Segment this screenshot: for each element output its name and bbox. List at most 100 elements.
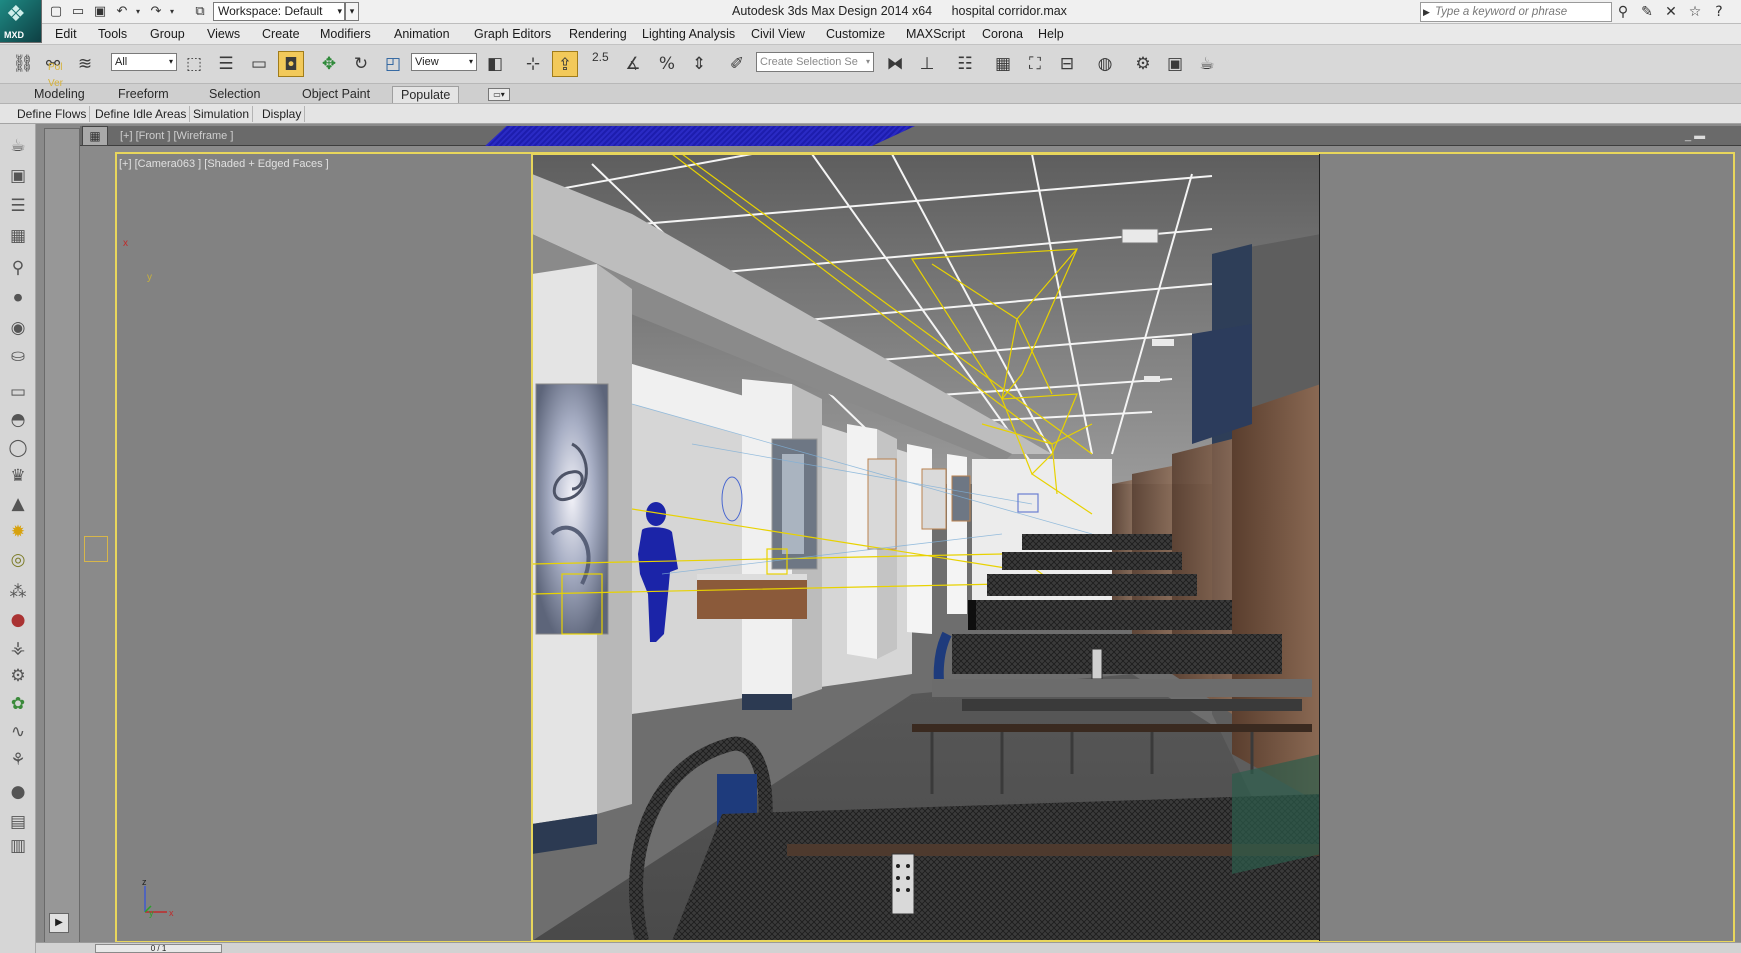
helper-icon[interactable]: ◉	[6, 316, 30, 340]
viewport-minmax-icon[interactable]: _ ▬	[1685, 130, 1705, 142]
compound-icon[interactable]: ⚶	[6, 636, 30, 660]
mirror-icon[interactable]: ⧓	[882, 51, 908, 77]
schematic-view-icon[interactable]: ⊟	[1054, 51, 1080, 77]
layer-manager-icon[interactable]: ☷	[952, 51, 978, 77]
menu-tools[interactable]: Tools	[98, 27, 127, 41]
script-icon[interactable]: ▥	[6, 834, 30, 858]
menu-help[interactable]: Help	[1038, 27, 1064, 41]
angle-snap-icon[interactable]: ∡	[620, 51, 646, 77]
select-object-icon[interactable]: ⬚	[181, 51, 207, 77]
simulation-button[interactable]: Simulation	[190, 106, 254, 122]
ribbon-minimize-dropdown[interactable]: ▭▾	[488, 88, 510, 101]
select-and-rotate-icon[interactable]: ↻	[348, 51, 374, 77]
table-icon[interactable]: ▤	[6, 810, 30, 834]
favorites-star-icon[interactable]: ☆	[1684, 2, 1706, 22]
viewport-layout-icon[interactable]: ▦	[82, 126, 108, 146]
redo-dropdown-icon[interactable]: ▾	[162, 2, 182, 22]
select-and-move-icon[interactable]: ✥	[316, 51, 342, 77]
open-file-icon[interactable]: ▭	[68, 2, 88, 22]
define-idle-areas-button[interactable]: Define Idle Areas	[92, 106, 191, 122]
selection-filter-select[interactable]: All ▾	[111, 53, 177, 71]
rectangular-selection-icon[interactable]: ▭	[246, 51, 272, 77]
material-sphere-icon[interactable]: ●	[6, 780, 30, 804]
menu-group[interactable]: Group	[150, 27, 185, 41]
menu-graph-editors[interactable]: Graph Editors	[474, 27, 551, 41]
teapot-icon[interactable]: ☕	[6, 134, 30, 158]
edit-named-selection-icon[interactable]: ✐	[724, 51, 750, 77]
quick-access-dropdown[interactable]: ▾	[345, 2, 359, 21]
menu-modifiers[interactable]: Modifiers	[320, 27, 371, 41]
shape-icon[interactable]: ♛	[6, 464, 30, 488]
help-search-input[interactable]: ▶ Type a keyword or phrase	[1420, 2, 1612, 22]
binoculars-icon[interactable]: ⚲	[1612, 2, 1634, 22]
help-question-icon[interactable]: ?	[1708, 2, 1730, 22]
rendered-frame-window-icon[interactable]: ▣	[1162, 51, 1188, 77]
pivot-center-icon[interactable]: ◧	[482, 51, 508, 77]
torus-icon[interactable]: ◯	[6, 436, 30, 460]
menu-views[interactable]: Views	[207, 27, 240, 41]
communication-center-icon[interactable]: ✎	[1636, 2, 1658, 22]
new-file-icon[interactable]: ▢	[46, 2, 66, 22]
menu-civil-view[interactable]: Civil View	[751, 27, 805, 41]
plane-icon[interactable]: ▭	[6, 380, 30, 404]
menu-edit[interactable]: Edit	[55, 27, 77, 41]
camera-icon[interactable]: ⏺	[6, 286, 30, 310]
select-and-link-icon[interactable]: ⛓	[10, 51, 36, 77]
gear-icon[interactable]: ⚙	[6, 664, 30, 688]
hair-icon[interactable]: ∿	[6, 720, 30, 744]
exchange-icon[interactable]: ✕	[1660, 2, 1682, 22]
menu-create[interactable]: Create	[262, 27, 300, 41]
sun-icon[interactable]: ✹	[6, 520, 30, 544]
brush-icon[interactable]: ⚘	[6, 748, 30, 772]
play-animation-button[interactable]: ▶	[49, 913, 69, 933]
time-slider[interactable]: 0 / 1	[95, 944, 222, 953]
menu-lighting-analysis[interactable]: Lighting Analysis	[642, 27, 735, 41]
named-selection-input[interactable]: Create Selection Se ▾	[756, 52, 874, 72]
save-file-icon[interactable]: ▣	[90, 2, 110, 22]
workspace-select[interactable]: Workspace: Default ▾	[213, 2, 345, 21]
motion-icon[interactable]: ▦	[6, 224, 30, 248]
project-folder-icon[interactable]: ⧉	[190, 2, 210, 22]
hierarchy-icon[interactable]: ☰	[6, 194, 30, 218]
corridor-render[interactable]	[531, 154, 1320, 941]
keyboard-shortcut-override-icon[interactable]: ⇪	[552, 51, 578, 77]
foliage-icon[interactable]: ✿	[6, 692, 30, 716]
undo-dropdown-icon[interactable]: ▾	[128, 2, 148, 22]
tab-populate[interactable]: Populate	[392, 86, 460, 103]
curve-editor-icon[interactable]: ⛶	[1022, 51, 1048, 77]
tab-selection[interactable]: Selection	[201, 86, 268, 103]
snap-toggle[interactable]: 2.5	[592, 50, 609, 64]
front-viewport-label[interactable]: [+] [Front ] [Wireframe ]	[120, 130, 233, 142]
menu-animation[interactable]: Animation	[394, 27, 450, 41]
align-icon[interactable]: ⊥	[914, 51, 940, 77]
select-and-scale-icon[interactable]: ◰	[380, 51, 406, 77]
sphere-icon[interactable]: ◓	[6, 408, 30, 432]
space-warp-icon[interactable]: ⛀	[6, 344, 30, 368]
tab-object-paint[interactable]: Object Paint	[294, 86, 378, 103]
select-by-name-icon[interactable]: ☰	[213, 51, 239, 77]
camera-viewport-label[interactable]: [+] [Camera063 ] [Shaded + Edged Faces ]	[119, 158, 329, 170]
material-editor-icon[interactable]: ◍	[1092, 51, 1118, 77]
front-viewport[interactable]	[80, 126, 1741, 146]
spinner-snap-icon[interactable]: ⇕	[686, 51, 712, 77]
graphite-toolbar-icon[interactable]: ▦	[990, 51, 1016, 77]
percent-snap-icon[interactable]: %	[654, 51, 680, 77]
menu-corona[interactable]: Corona	[982, 27, 1023, 41]
menu-rendering[interactable]: Rendering	[569, 27, 627, 41]
define-flows-button[interactable]: Define Flows	[14, 106, 91, 122]
select-manipulate-icon[interactable]: ⊹	[520, 51, 546, 77]
bind-to-space-warp-icon[interactable]: ≋	[72, 51, 98, 77]
menu-maxscript[interactable]: MAXScript	[906, 27, 965, 41]
particle-icon[interactable]: ●	[6, 608, 30, 632]
menu-customize[interactable]: Customize	[826, 27, 885, 41]
array-icon[interactable]: ⁂	[6, 580, 30, 604]
cone-icon[interactable]: ▲	[6, 492, 30, 516]
application-button[interactable]: ❖ MXD	[0, 0, 42, 43]
render-production-icon[interactable]: ☕	[1194, 51, 1220, 77]
target-icon[interactable]: ◎	[6, 548, 30, 572]
tab-freeform[interactable]: Freeform	[110, 86, 177, 103]
reference-coordinate-select[interactable]: View ▾	[411, 53, 477, 71]
display-button[interactable]: Display	[259, 106, 306, 122]
modify-panel-icon[interactable]: ▣	[6, 164, 30, 188]
window-crossing-icon[interactable]: ◘	[278, 51, 304, 77]
